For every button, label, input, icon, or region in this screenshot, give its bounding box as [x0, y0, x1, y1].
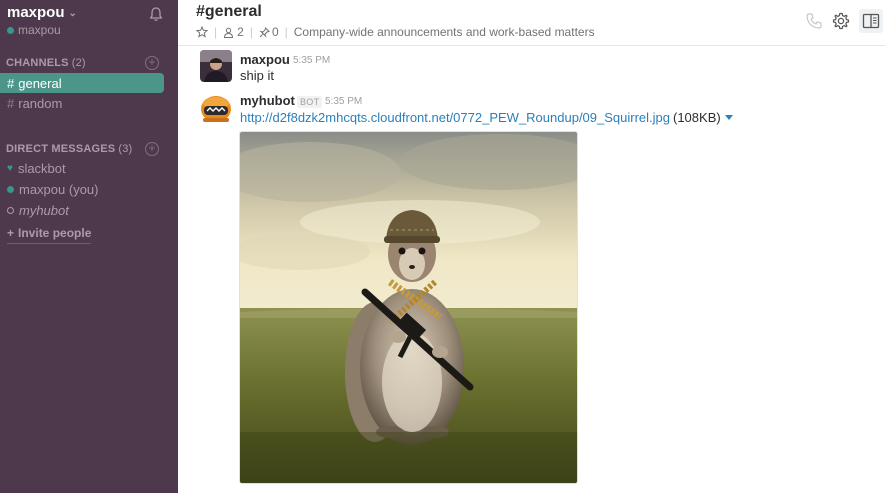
hash-icon: # [7, 75, 15, 91]
caret-down-icon[interactable] [724, 115, 733, 120]
sidebar: maxpou ⌄ maxpou CHANNELS (2) + # general… [0, 0, 178, 493]
current-user-name: maxpou [18, 23, 61, 37]
person-icon [224, 27, 234, 38]
channel-header: #general | 2 | 0 | Company-wide announce… [178, 0, 885, 46]
add-channel-icon[interactable]: + [145, 56, 159, 70]
phone-icon[interactable] [805, 12, 823, 30]
offline-dot-icon [7, 206, 14, 214]
bot-avatar[interactable] [200, 92, 232, 124]
channels-heading[interactable]: CHANNELS (2) [6, 57, 86, 69]
panel-icon [862, 13, 880, 29]
hash-icon: # [7, 95, 15, 111]
invite-label: Invite people [18, 226, 92, 240]
attachment-link[interactable]: http://d2f8dzk2mhcqts.cloudfront.net/077… [240, 110, 670, 125]
avatar[interactable] [200, 50, 232, 82]
dm-label: slackbot [17, 160, 66, 176]
user-photo-icon [200, 50, 232, 82]
presence-dot-icon [7, 185, 14, 193]
hubot-icon [200, 92, 232, 124]
attachment-line: http://d2f8dzk2mhcqts.cloudfront.net/077… [240, 110, 733, 125]
dm-item-slackbot[interactable]: ♥ slackbot [0, 158, 164, 178]
message-sender[interactable]: myhubot [240, 93, 295, 108]
sidebar-item-random[interactable]: # random [0, 93, 164, 113]
message-text: ship it [240, 68, 274, 83]
divider: | [249, 25, 253, 39]
sidebar-toggle-button[interactable] [859, 9, 883, 33]
channel-label: general [18, 75, 62, 91]
gear-icon[interactable] [832, 12, 850, 30]
pin-icon [259, 26, 270, 38]
channel-meta: | 2 | 0 | Company-wide announcements and… [196, 25, 595, 39]
dm-count: (3) [118, 143, 133, 155]
member-count[interactable]: 2 [223, 25, 244, 39]
dm-item-maxpou[interactable]: maxpou (you) [0, 179, 164, 199]
dm-label: maxpou (you) [19, 181, 99, 197]
star-icon[interactable] [196, 26, 208, 38]
divider: | [214, 25, 218, 39]
bot-badge: BOT [297, 96, 323, 108]
message-time[interactable]: 5:35 PM [293, 55, 330, 66]
divider: | [284, 25, 288, 39]
message-sender[interactable]: maxpou [240, 52, 290, 67]
direct-messages-heading[interactable]: DIRECT MESSAGES (3) [6, 143, 132, 155]
channel-label: random [18, 95, 63, 111]
presence-dot-icon [7, 26, 14, 34]
dm-label: myhubot [19, 202, 69, 218]
team-menu[interactable]: maxpou ⌄ maxpou [7, 4, 77, 37]
pinned-count[interactable]: 0 [259, 25, 279, 39]
sidebar-item-general[interactable]: # general [0, 73, 164, 93]
team-name: maxpou [7, 4, 65, 21]
channel-purpose[interactable]: Company-wide announcements and work-base… [294, 25, 595, 39]
dm-item-myhubot[interactable]: myhubot [0, 200, 164, 220]
chevron-down-icon: ⌄ [68, 8, 77, 19]
message-time[interactable]: 5:35 PM [325, 96, 362, 107]
add-dm-icon[interactable]: + [145, 142, 159, 156]
squirrel-image [240, 132, 577, 483]
bell-icon[interactable] [148, 6, 164, 22]
attachment-image[interactable] [239, 131, 578, 484]
channels-count: (2) [71, 57, 86, 69]
attachment-size: (108KB) [673, 110, 721, 125]
heart-icon: ♥ [7, 162, 13, 174]
plus-icon: + [7, 226, 15, 240]
channel-title[interactable]: #general [196, 3, 262, 21]
invite-people-button[interactable]: + Invite people [7, 226, 92, 244]
